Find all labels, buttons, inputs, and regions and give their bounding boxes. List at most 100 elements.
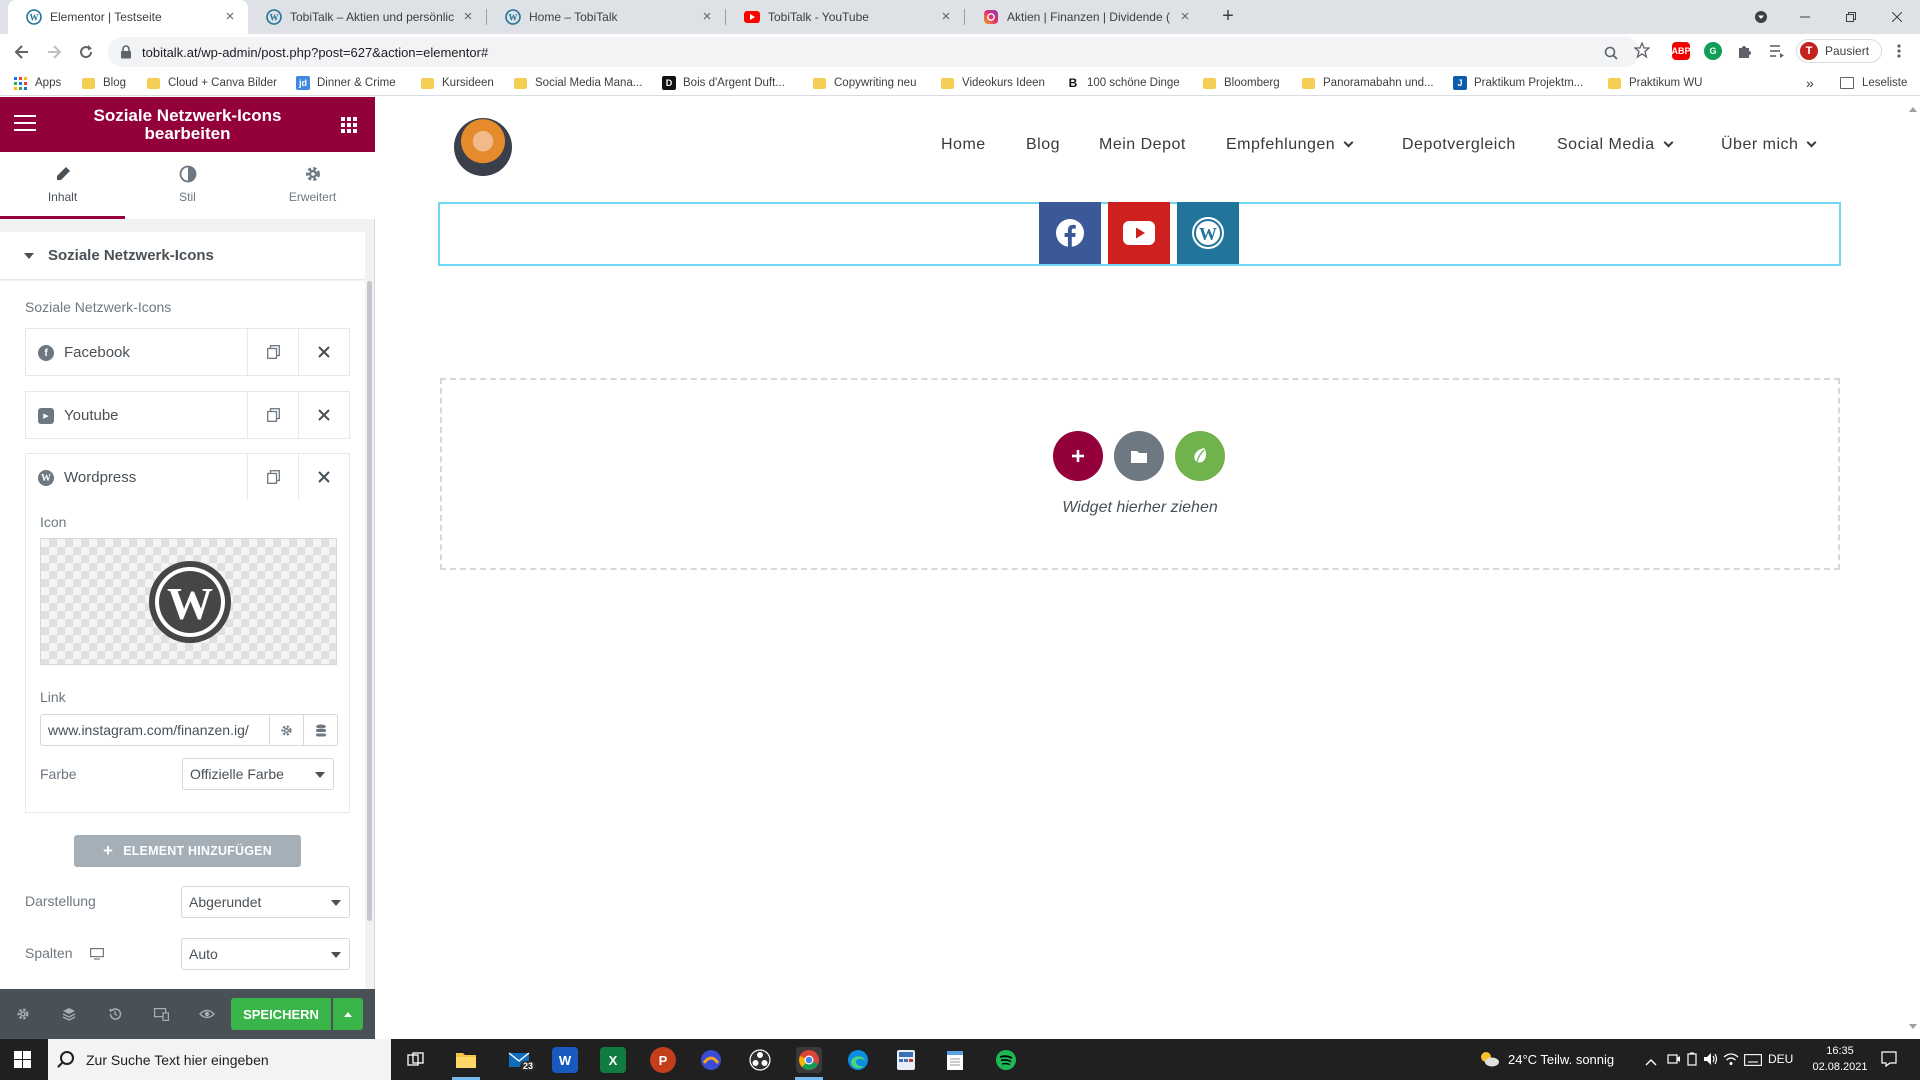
grammarly-extension-icon[interactable]: G: [1704, 42, 1722, 60]
facebook-icon[interactable]: [1039, 202, 1101, 264]
close-window-icon[interactable]: [1874, 0, 1920, 34]
bookmark-blog[interactable]: Blog: [82, 75, 126, 91]
volume-icon[interactable]: [1703, 1052, 1719, 1066]
spotify-icon[interactable]: [993, 1047, 1019, 1073]
weather-sun-cloud-icon[interactable]: [1478, 1050, 1500, 1068]
bookmark-star-icon[interactable]: [1633, 41, 1651, 59]
back-arrow-icon[interactable]: [11, 41, 33, 63]
bookmark-cloud-canva[interactable]: Cloud + Canva Bilder: [147, 75, 277, 91]
nav-social-media[interactable]: Social Media: [1557, 136, 1674, 154]
add-section-button[interactable]: [1053, 431, 1103, 481]
mail-icon[interactable]: 23: [506, 1047, 537, 1073]
repeater-item-facebook[interactable]: f Facebook: [25, 328, 350, 376]
close-icon[interactable]: ×: [460, 9, 476, 25]
input-language[interactable]: DEU: [1768, 1052, 1793, 1066]
close-icon[interactable]: ×: [699, 9, 715, 25]
icon-picker-preview[interactable]: W: [40, 538, 337, 665]
extensions-puzzle-icon[interactable]: [1736, 42, 1754, 60]
calculator-app-icon[interactable]: [893, 1047, 919, 1073]
notepad-icon[interactable]: [942, 1047, 968, 1073]
obs-studio-icon[interactable]: [747, 1047, 773, 1073]
bookmark-copywriting[interactable]: Copywriting neu: [813, 75, 916, 91]
keyboard-icon[interactable]: [1744, 1053, 1762, 1066]
nav-depotvergleich[interactable]: Depotvergleich: [1402, 136, 1516, 154]
duplicate-icon[interactable]: [247, 392, 298, 438]
site-logo[interactable]: [454, 118, 512, 176]
bookmark-bloomberg[interactable]: Bloomberg: [1203, 75, 1280, 91]
bookmark-kursideen[interactable]: Kursideen: [421, 75, 494, 91]
wifi-icon[interactable]: [1723, 1052, 1739, 1066]
dynamic-tags-icon[interactable]: [304, 714, 338, 746]
columns-select[interactable]: Auto: [181, 938, 350, 970]
weather-text[interactable]: 24°C Teilw. sonnig: [1508, 1052, 1614, 1067]
reload-icon[interactable]: [75, 41, 97, 63]
envato-kit-leaf-icon[interactable]: [1175, 431, 1225, 481]
browser-tab-tobitalk[interactable]: W TobiTalk – Aktien und persönliche ×: [248, 0, 486, 34]
duplicate-icon[interactable]: [247, 329, 298, 375]
task-view-icon[interactable]: [403, 1047, 429, 1073]
bookmark-praktikum-projekt[interactable]: J Praktikum Projektm...: [1453, 75, 1583, 91]
edge-icon[interactable]: [845, 1047, 871, 1073]
history-icon[interactable]: [106, 1005, 124, 1023]
meet-now-icon[interactable]: [1667, 1052, 1681, 1066]
powerpoint-icon[interactable]: P: [650, 1047, 676, 1073]
adblock-extension-icon[interactable]: ABP: [1672, 42, 1691, 60]
new-tab-button[interactable]: +: [1218, 6, 1238, 27]
scroll-up-arrow-icon[interactable]: [1909, 107, 1917, 112]
browser-tab-home[interactable]: W Home – TobiTalk ×: [487, 0, 725, 34]
remove-icon[interactable]: [298, 454, 349, 500]
browser-tab-instagram[interactable]: Aktien | Finanzen | Dividende (@ ×: [965, 0, 1203, 34]
restore-icon[interactable]: [1828, 0, 1874, 34]
nav-ueber-mich[interactable]: Über mich: [1721, 136, 1817, 154]
browser-tab-elementor[interactable]: W Elementor | Testseite ×: [8, 0, 248, 34]
preview-eye-icon[interactable]: [198, 1005, 216, 1023]
section-toggle-soziale-netzwerk-icons[interactable]: Soziale Netzwerk-Icons: [0, 232, 365, 280]
responsive-mode-icon[interactable]: [152, 1005, 170, 1023]
bookmark-100-dinge[interactable]: B 100 schöne Dinge: [1066, 75, 1180, 91]
link-options-gear-icon[interactable]: [270, 714, 304, 746]
desktop-device-icon[interactable]: [90, 947, 105, 960]
duplicate-icon[interactable]: [247, 454, 298, 500]
reading-queue-icon[interactable]: [1768, 42, 1786, 60]
remove-icon[interactable]: [298, 329, 349, 375]
nav-empfehlungen[interactable]: Empfehlungen: [1226, 136, 1354, 154]
close-icon[interactable]: ×: [938, 9, 954, 25]
close-icon[interactable]: ×: [1177, 9, 1193, 25]
taskbar-search-box[interactable]: Zur Suche Text hier eingeben: [48, 1039, 391, 1080]
bookmark-social-media[interactable]: Social Media Mana...: [514, 75, 642, 91]
repeater-item-wordpress[interactable]: W Wordpress: [25, 453, 350, 501]
hamburger-menu-icon[interactable]: [14, 115, 36, 131]
tab-erweitert[interactable]: Erweitert: [250, 152, 375, 219]
word-icon[interactable]: W: [552, 1047, 578, 1073]
display-select[interactable]: Abgerundet: [181, 886, 350, 918]
youtube-icon[interactable]: [1108, 202, 1170, 264]
remove-icon[interactable]: [298, 392, 349, 438]
page-scrollbar[interactable]: [1906, 97, 1920, 1039]
nav-blog[interactable]: Blog: [1026, 136, 1060, 154]
bookmark-videokurs[interactable]: Videokurs Ideen: [941, 75, 1045, 91]
tab-search-icon[interactable]: [1738, 0, 1784, 34]
bookmark-bois-dargent[interactable]: D Bois d'Argent Duft...: [662, 75, 785, 91]
windows-start-icon[interactable]: [14, 1051, 31, 1068]
bookmark-dinner-crime[interactable]: jd Dinner & Crime: [296, 75, 396, 91]
add-template-folder-button[interactable]: [1114, 431, 1164, 481]
add-element-button[interactable]: + ELEMENT HINZUFÜGEN: [74, 835, 301, 867]
file-explorer-icon[interactable]: [453, 1047, 479, 1073]
bookmark-panoramabahn[interactable]: Panoramabahn und...: [1302, 75, 1434, 91]
save-options-button[interactable]: [333, 998, 363, 1030]
browser-tab-youtube[interactable]: TobiTalk - YouTube ×: [726, 0, 964, 34]
notification-center-icon[interactable]: [1881, 1051, 1897, 1068]
address-bar[interactable]: tobitalk.at/wp-admin/post.php?post=627&a…: [108, 37, 1640, 67]
chrome-icon[interactable]: [796, 1047, 822, 1073]
nav-mein-depot[interactable]: Mein Depot: [1099, 136, 1186, 154]
battery-icon[interactable]: [1686, 1052, 1698, 1066]
widgets-grid-icon[interactable]: [341, 117, 357, 133]
save-button[interactable]: SPEICHERN: [231, 998, 331, 1030]
profile-button[interactable]: T Pausiert: [1796, 39, 1882, 63]
tab-inhalt[interactable]: Inhalt: [0, 152, 125, 219]
bookmark-apps[interactable]: Apps: [14, 75, 61, 91]
game-app-icon[interactable]: [698, 1047, 724, 1073]
nav-home[interactable]: Home: [941, 136, 986, 154]
scroll-down-arrow-icon[interactable]: [1909, 1024, 1917, 1029]
navigator-layers-icon[interactable]: [60, 1005, 78, 1023]
